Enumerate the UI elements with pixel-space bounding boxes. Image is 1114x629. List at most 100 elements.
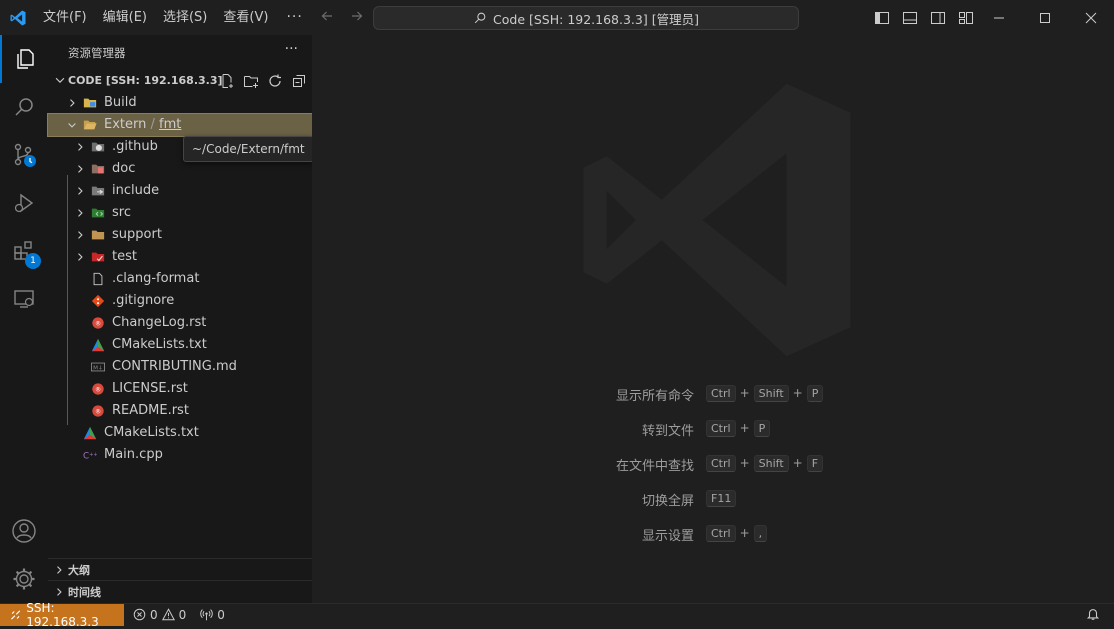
new-folder-icon[interactable] bbox=[242, 72, 260, 90]
command-center-label: Code [SSH: 192.168.3.3] [管理员] bbox=[493, 11, 699, 27]
search-icon[interactable] bbox=[0, 83, 48, 131]
ports-indicator[interactable]: 0 bbox=[186, 608, 225, 622]
chevron-right-icon bbox=[78, 209, 83, 217]
warning-icon bbox=[161, 608, 175, 621]
account-icon[interactable] bbox=[0, 507, 48, 555]
refresh-icon[interactable] bbox=[266, 72, 284, 90]
folder-build-icon bbox=[83, 98, 97, 108]
chevron-down-icon bbox=[68, 123, 76, 128]
git-icon bbox=[91, 294, 105, 308]
chevron-right-icon bbox=[57, 588, 62, 596]
toggle-secondary-sidebar-icon[interactable] bbox=[928, 8, 948, 28]
svg-text:M↓: M↓ bbox=[93, 365, 103, 372]
collapse-all-icon[interactable] bbox=[290, 72, 308, 90]
explorer-icon[interactable] bbox=[0, 35, 48, 83]
svg-text:®: ® bbox=[95, 408, 101, 416]
notifications-bell-icon[interactable] bbox=[1086, 607, 1100, 621]
command-center[interactable]: Code [SSH: 192.168.3.3] [管理员] bbox=[373, 6, 799, 30]
shortcut-label: 切换全屏 bbox=[641, 494, 694, 509]
tree-file-contributing[interactable]: M↓ CONTRIBUTING.md bbox=[48, 356, 312, 378]
remote-indicator-button[interactable]: SSH: 192.168.3.3 bbox=[0, 601, 124, 629]
sidebar-title: 资源管理器 bbox=[68, 46, 126, 60]
shortcut-label: 在文件中查找 bbox=[615, 459, 694, 474]
shortcut-show-settings: 显示设置 Ctrl + , bbox=[312, 522, 1114, 544]
toggle-primary-sidebar-icon[interactable] bbox=[872, 8, 892, 28]
path-tooltip: ~/Code/Extern/fmt bbox=[183, 136, 314, 162]
tree-file-gitignore[interactable]: .gitignore bbox=[48, 290, 312, 312]
close-icon[interactable] bbox=[1068, 0, 1114, 35]
folder-icon bbox=[91, 230, 105, 240]
tree-file-clang-format[interactable]: .clang-format bbox=[48, 268, 312, 290]
workspace-root-header[interactable]: CODE [SSH: 192.168.3.3] bbox=[48, 70, 312, 92]
minimize-icon[interactable] bbox=[976, 0, 1022, 35]
forward-arrow-icon[interactable] bbox=[344, 8, 370, 28]
key-cap: P bbox=[806, 384, 824, 402]
vscode-watermark-icon bbox=[583, 83, 851, 357]
tree-folder-include[interactable]: include bbox=[48, 180, 312, 202]
problems-indicator[interactable]: 0 0 bbox=[124, 608, 186, 622]
shortcut-label: 显示所有命令 bbox=[615, 389, 694, 404]
search-icon bbox=[474, 12, 486, 24]
error-icon bbox=[133, 608, 146, 621]
extensions-icon[interactable]: 1 bbox=[0, 227, 48, 275]
svg-text:®: ® bbox=[95, 320, 101, 328]
tree-file-readme[interactable]: ® README.rst bbox=[48, 400, 312, 422]
rst-icon: ® bbox=[92, 405, 104, 417]
shortcut-label: 转到文件 bbox=[641, 424, 694, 439]
timeline-panel-header[interactable]: 时间线 bbox=[48, 580, 312, 602]
menu-view[interactable]: 查看(V) bbox=[215, 0, 276, 35]
title-bar: 文件(F) 编辑(E) 选择(S) 查看(V) ··· Code [SSH: 1… bbox=[0, 0, 1114, 35]
menu-more-button[interactable]: ··· bbox=[276, 0, 312, 35]
key-cap: Ctrl bbox=[706, 384, 736, 402]
label-extern: Extern bbox=[104, 117, 147, 132]
svg-text:++: ++ bbox=[89, 452, 97, 458]
tree-folder-test[interactable]: test bbox=[48, 246, 312, 268]
toggle-panel-icon[interactable] bbox=[900, 8, 920, 28]
chevron-right-icon bbox=[78, 187, 83, 195]
tree-folder-extern-fmt[interactable]: Extern / fmt bbox=[47, 113, 313, 137]
maximize-icon[interactable] bbox=[1022, 0, 1068, 35]
tree-file-main-cpp[interactable]: C++ Main.cpp bbox=[48, 444, 312, 466]
status-bar: SSH: 192.168.3.3 0 0 0 bbox=[0, 601, 1114, 629]
chevron-right-icon bbox=[78, 253, 83, 261]
rst-icon: ® bbox=[92, 383, 104, 395]
tree-file-cmakelists-fmt[interactable]: CMakeLists.txt bbox=[48, 334, 312, 356]
label-fmt[interactable]: fmt bbox=[159, 117, 181, 132]
vscode-logo-icon bbox=[0, 0, 35, 35]
menu-edit[interactable]: 编辑(E) bbox=[95, 0, 155, 35]
chevron-down-icon bbox=[55, 77, 65, 83]
remote-explorer-icon[interactable] bbox=[0, 275, 48, 323]
activity-bar: 1 bbox=[0, 35, 48, 603]
sidebar-more-button[interactable]: ··· bbox=[285, 41, 298, 57]
cmake-icon bbox=[83, 426, 97, 440]
customize-layout-icon[interactable] bbox=[956, 8, 976, 28]
tree-folder-build[interactable]: Build bbox=[48, 92, 312, 114]
shortcut-go-to-file: 转到文件 Ctrl + P bbox=[312, 417, 1114, 439]
tree-folder-src[interactable]: src bbox=[48, 202, 312, 224]
new-file-icon[interactable] bbox=[218, 72, 236, 90]
svg-text:®: ® bbox=[95, 386, 101, 394]
rst-icon: ® bbox=[92, 317, 104, 329]
folder-open-icon bbox=[83, 120, 97, 130]
chevron-right-icon bbox=[57, 566, 62, 574]
explorer-sidebar: 资源管理器 ··· CODE [SSH: 192.168.3.3] Build bbox=[47, 35, 314, 603]
outline-panel-header[interactable]: 大纲 bbox=[48, 558, 312, 580]
tree-folder-support[interactable]: support bbox=[48, 224, 312, 246]
back-arrow-icon[interactable] bbox=[314, 8, 340, 28]
menu-selection[interactable]: 选择(S) bbox=[155, 0, 215, 35]
tree-file-license[interactable]: ® LICENSE.rst bbox=[48, 378, 312, 400]
folder-include-icon bbox=[91, 186, 105, 196]
menu-file[interactable]: 文件(F) bbox=[35, 0, 95, 35]
tree-file-changelog[interactable]: ® ChangeLog.rst bbox=[48, 312, 312, 334]
key-cap: F11 bbox=[706, 489, 737, 507]
tree-file-cmakelists-root[interactable]: CMakeLists.txt bbox=[48, 422, 312, 444]
chevron-right-icon bbox=[78, 231, 83, 239]
cpp-icon: C++ bbox=[83, 452, 97, 462]
tree-folder-extern-fmt-label: Extern / fmt bbox=[104, 117, 181, 132]
folder-doc-icon bbox=[91, 164, 105, 174]
source-control-icon[interactable] bbox=[0, 131, 48, 179]
settings-gear-icon[interactable] bbox=[0, 555, 48, 603]
run-debug-icon[interactable] bbox=[0, 179, 48, 227]
key-cap: P bbox=[753, 419, 771, 437]
editor-area: 显示所有命令 Ctrl + Shift + P 转到文件 Ctrl + P 在文件中查… bbox=[312, 35, 1114, 603]
